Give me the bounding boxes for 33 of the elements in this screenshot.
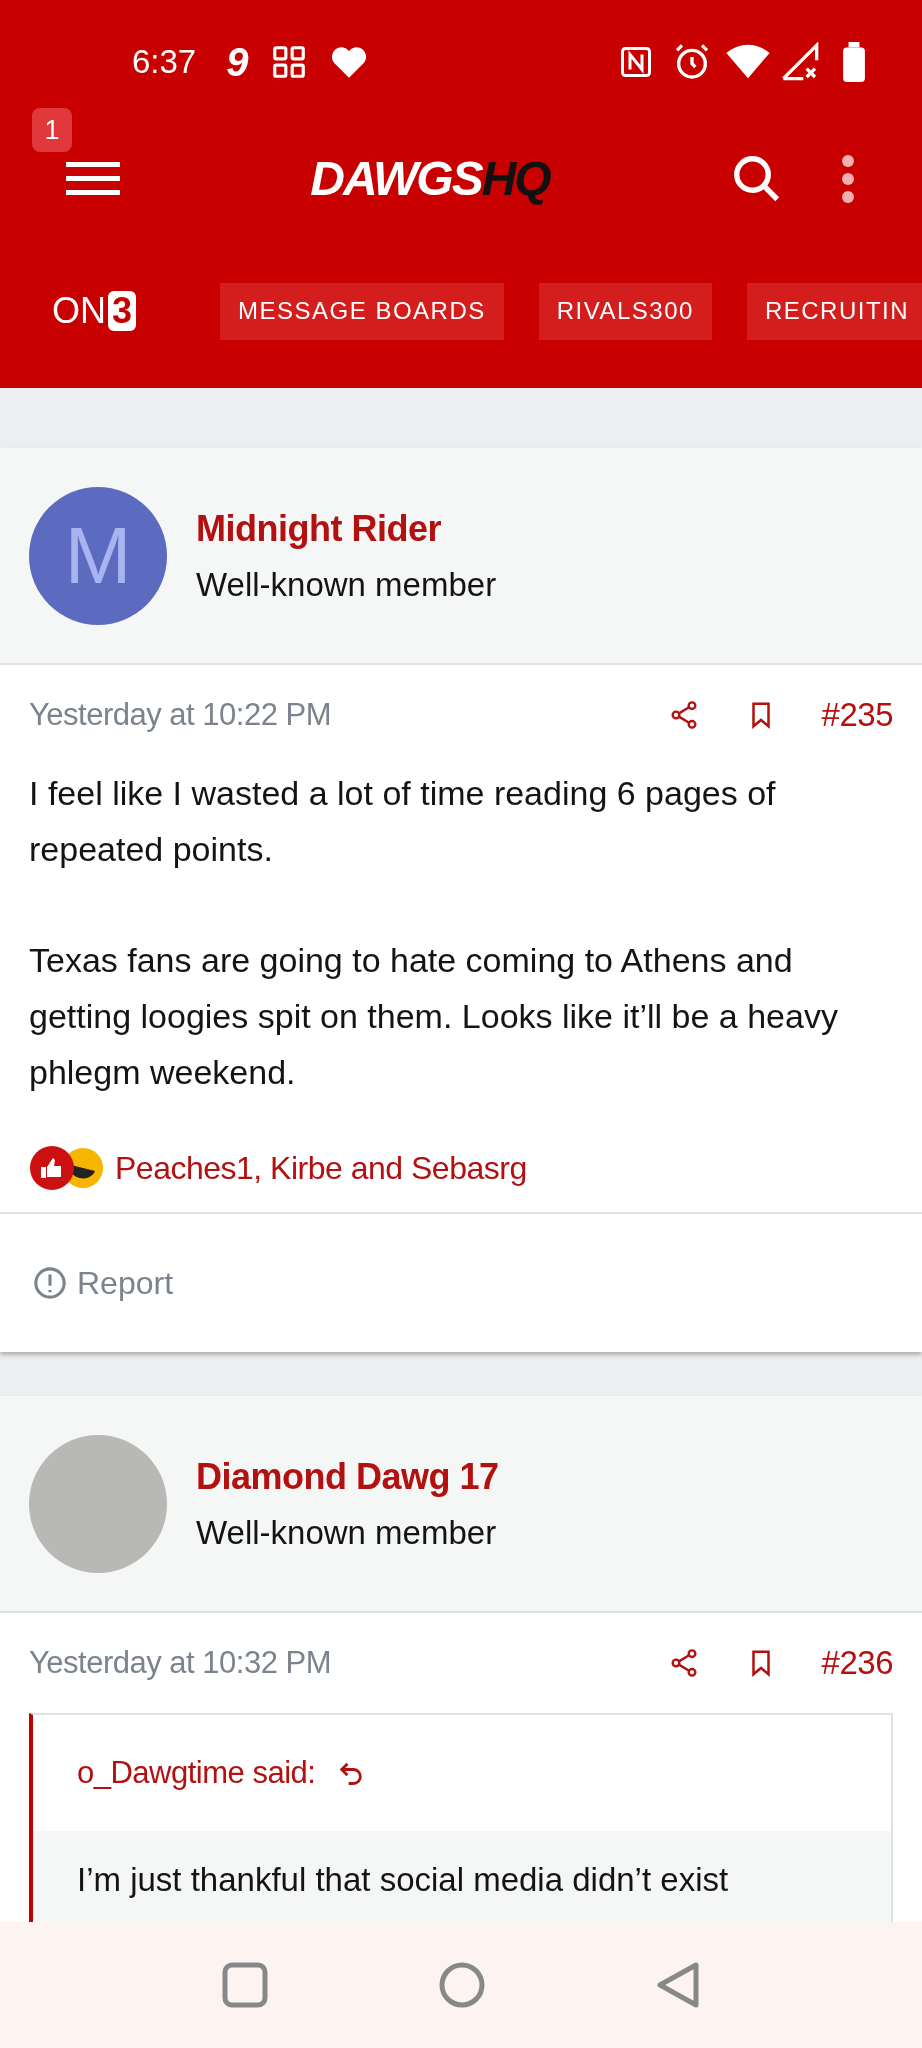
recent-apps-icon[interactable] [222, 1962, 268, 2008]
back-icon[interactable] [656, 1961, 700, 2009]
reaction-emoji-icon[interactable] [29, 1145, 105, 1191]
post-number[interactable]: #235 [821, 690, 893, 740]
more-options-icon[interactable] [840, 155, 856, 203]
nav-link[interactable]: RECRUITIN [746, 282, 922, 340]
site-logo[interactable]: DAWGSHQ [190, 143, 670, 215]
quote-text: I’m just thankful that social media didn’t exist [77, 1860, 730, 1900]
status-time: 6:37 [132, 42, 197, 83]
username[interactable]: Diamond Dawg 17 [196, 1449, 499, 1504]
username[interactable]: Midnight Rider [196, 501, 497, 556]
heart-icon [330, 44, 369, 80]
user-title: Well-known member [196, 564, 497, 605]
post-number[interactable]: #236 [821, 1638, 893, 1688]
nav-link[interactable]: MESSAGE BOARDS [220, 282, 504, 340]
status-app-glyph: 9 [226, 39, 249, 86]
post-date[interactable]: Yesterday at 10:32 PM [29, 1639, 668, 1687]
home-icon[interactable] [438, 1961, 486, 2009]
post-paragraph: I feel like I wasted a lot of time reading 6 pages of repeated points. [29, 773, 777, 870]
notification-badge: 1 [32, 108, 72, 152]
post-date[interactable]: Yesterday at 10:22 PM [29, 691, 668, 739]
wifi-icon [726, 44, 770, 80]
menu-icon[interactable] [66, 160, 120, 198]
signal-icon [780, 42, 820, 82]
report-link[interactable]: Report [33, 1259, 174, 1307]
battery-icon [842, 42, 866, 82]
user-title: Well-known member [196, 1512, 498, 1553]
post-paragraph: Texas fans are going to hate coming to Athens and getting loogies spit on them. Looks like it’ll be a heavy phlegm weekend. [29, 940, 839, 1093]
warning-icon [33, 1266, 67, 1300]
quote-author[interactable]: o_Dawgtime said: [77, 1749, 316, 1797]
nav-link[interactable]: RIVALS300 [538, 282, 712, 340]
on3-logo[interactable]: ON 3 [52, 284, 137, 338]
reaction-users[interactable]: Peaches1, Kirbe and Sebasrg [115, 1144, 527, 1192]
